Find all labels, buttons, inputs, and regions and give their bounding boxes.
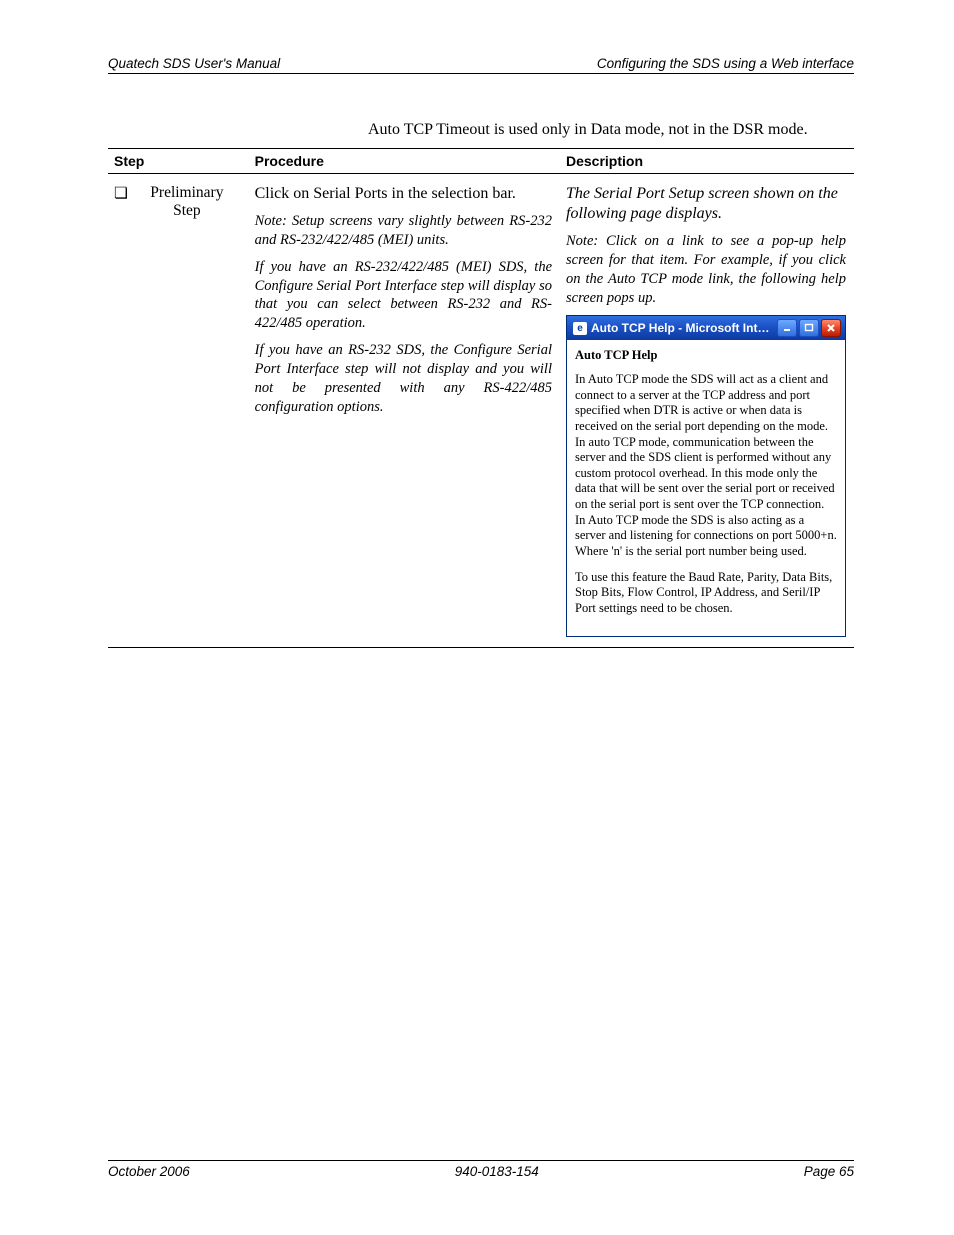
help-titlebar[interactable]: e Auto TCP Help - Microsoft Inter…: [567, 316, 845, 340]
help-body: Auto TCP Help In Auto TCP mode the SDS w…: [567, 340, 845, 636]
checkbox-bullet-icon: ❏: [114, 184, 134, 203]
footer-right: Page 65: [804, 1164, 854, 1179]
help-heading: Auto TCP Help: [575, 348, 837, 364]
step-label: Preliminary Step: [138, 184, 236, 220]
th-procedure: Procedure: [249, 149, 560, 174]
procedure-note-3: If you have an RS-232 SDS, the Configure…: [255, 341, 552, 416]
minimize-icon: [782, 323, 792, 333]
footer-center: 940-0183-154: [455, 1164, 539, 1179]
description-cell: The Serial Port Setup screen shown on th…: [560, 174, 854, 648]
help-popup-window: e Auto TCP Help - Microsoft Inter…: [566, 315, 846, 637]
page-header: Quatech SDS User's Manual Configuring th…: [108, 56, 854, 74]
procedure-main: Click on Serial Ports in the selection b…: [255, 184, 552, 204]
description-note: Note: Click on a link to see a pop-up he…: [566, 232, 846, 307]
manual-page: Quatech SDS User's Manual Configuring th…: [0, 0, 954, 1235]
ie-icon: e: [573, 322, 587, 335]
close-button[interactable]: [821, 319, 841, 337]
procedure-note-1: Note: Setup screens vary slightly betwee…: [255, 212, 552, 250]
help-window-title: Auto TCP Help - Microsoft Inter…: [591, 321, 773, 335]
header-left: Quatech SDS User's Manual: [108, 56, 280, 71]
page-footer: October 2006 940-0183-154 Page 65: [108, 1160, 854, 1179]
procedure-table: Step Procedure Description ❏ Preliminary…: [108, 148, 854, 648]
footer-left: October 2006: [108, 1164, 190, 1179]
procedure-note-2: If you have an RS-232/422/485 (MEI) SDS,…: [255, 258, 552, 333]
procedure-cell: Click on Serial Ports in the selection b…: [249, 174, 560, 648]
description-main: The Serial Port Setup screen shown on th…: [566, 184, 846, 224]
help-paragraph-1: In Auto TCP mode the SDS will act as a c…: [575, 372, 837, 560]
th-step: Step: [108, 149, 249, 174]
header-right: Configuring the SDS using a Web interfac…: [597, 56, 854, 71]
help-paragraph-2: To use this feature the Baud Rate, Parit…: [575, 570, 837, 617]
table-row: ❏ Preliminary Step Click on Serial Ports…: [108, 174, 854, 648]
maximize-icon: [804, 323, 814, 333]
intro-paragraph: Auto TCP Timeout is used only in Data mo…: [368, 120, 838, 140]
close-icon: [826, 323, 836, 333]
th-description: Description: [560, 149, 854, 174]
maximize-button[interactable]: [799, 319, 819, 337]
step-cell: ❏ Preliminary Step: [108, 174, 249, 648]
minimize-button[interactable]: [777, 319, 797, 337]
